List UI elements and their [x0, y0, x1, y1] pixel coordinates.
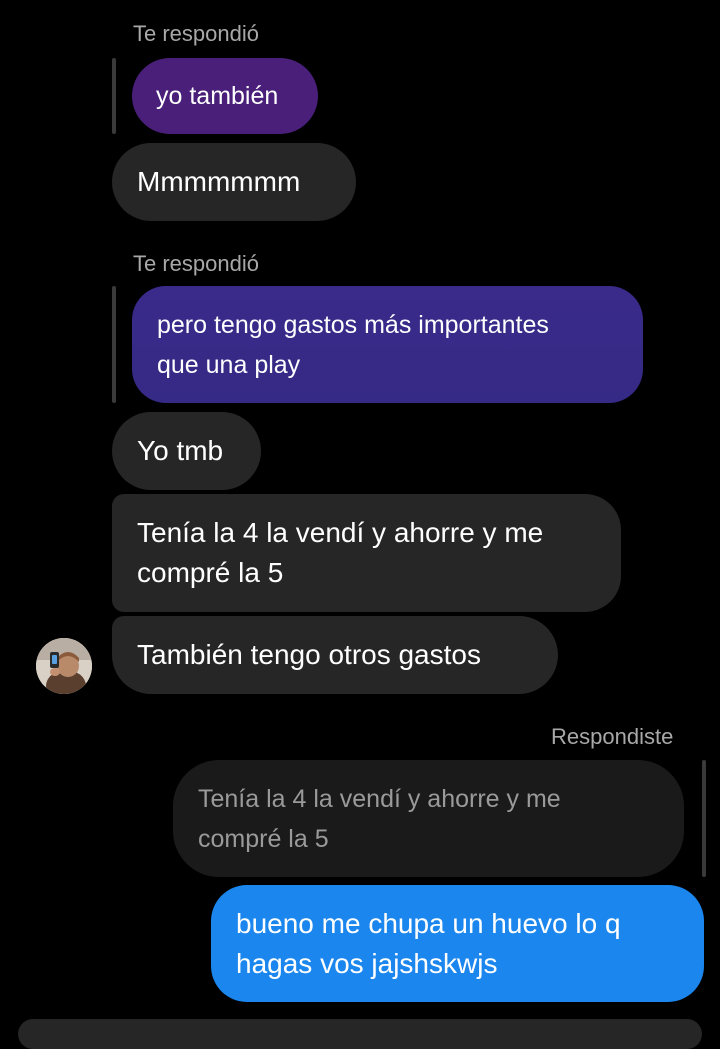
reply-bar-2 [112, 286, 116, 403]
reply-bar-1 [112, 58, 116, 134]
message-bubble-mmm[interactable]: Mmmmmmm [112, 143, 356, 221]
message-bubble-yo-tmb[interactable]: Yo tmb [112, 412, 261, 490]
message-bubble-tenia[interactable]: Tenía la 4 la vendí y ahorre y me compré… [112, 494, 621, 612]
message-bubble-outgoing[interactable]: bueno me chupa un huevo lo q hagas vos j… [211, 885, 704, 1002]
reply-label-2: Te respondió [133, 251, 259, 276]
message-bubble-tambien[interactable]: También tengo otros gastos [112, 616, 558, 694]
reply-bar-mine [702, 760, 706, 877]
contact-avatar[interactable] [36, 638, 92, 694]
message-composer[interactable] [18, 1019, 702, 1049]
contact-avatar-icon [36, 638, 92, 694]
reply-label-1: Te respondió [133, 21, 259, 46]
quoted-message-2[interactable]: pero tengo gastos más importantes que un… [132, 286, 643, 403]
quoted-message-1[interactable]: yo también [132, 58, 318, 134]
quoted-message-mine[interactable]: Tenía la 4 la vendí y ahorre y me compré… [173, 760, 684, 877]
reply-label-mine: Respondiste [551, 724, 674, 749]
